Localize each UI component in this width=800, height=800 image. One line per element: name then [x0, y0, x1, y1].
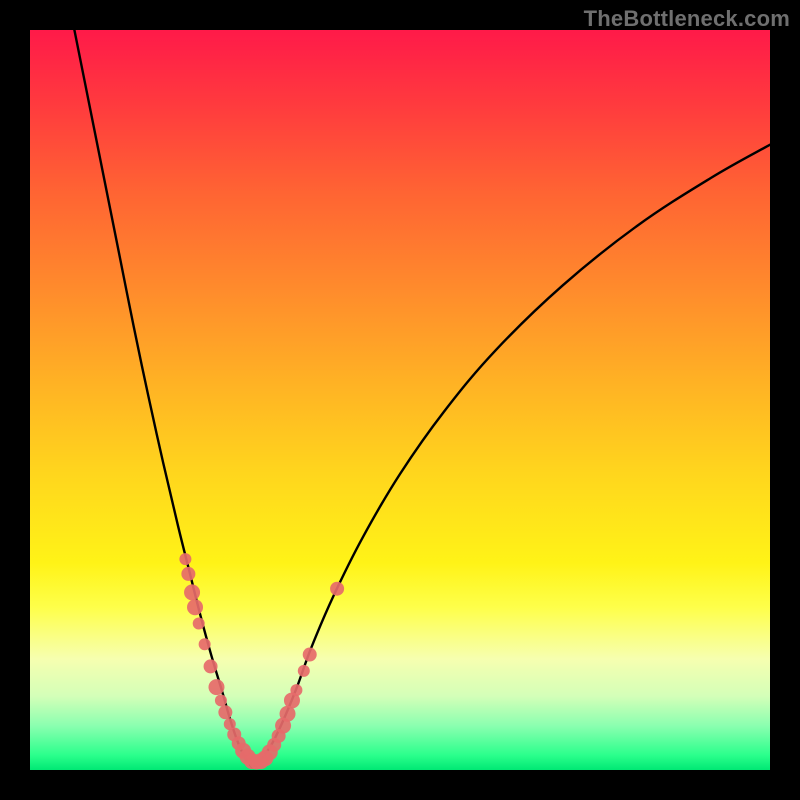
data-point — [330, 582, 344, 596]
data-point — [184, 584, 200, 600]
data-point — [218, 705, 232, 719]
data-point — [199, 638, 211, 650]
data-point — [187, 599, 203, 615]
data-point — [193, 617, 205, 629]
curve-left-branch — [74, 30, 252, 767]
data-point — [298, 665, 310, 677]
data-point — [181, 567, 195, 581]
data-point — [179, 553, 191, 565]
curve-right-branch — [252, 145, 770, 767]
data-point — [204, 659, 218, 673]
data-point — [208, 679, 224, 695]
bottleneck-chart — [30, 30, 770, 770]
data-point — [215, 694, 227, 706]
data-point — [303, 648, 317, 662]
plot-area — [30, 30, 770, 770]
watermark-text: TheBottleneck.com — [584, 6, 790, 32]
data-point — [290, 684, 302, 696]
